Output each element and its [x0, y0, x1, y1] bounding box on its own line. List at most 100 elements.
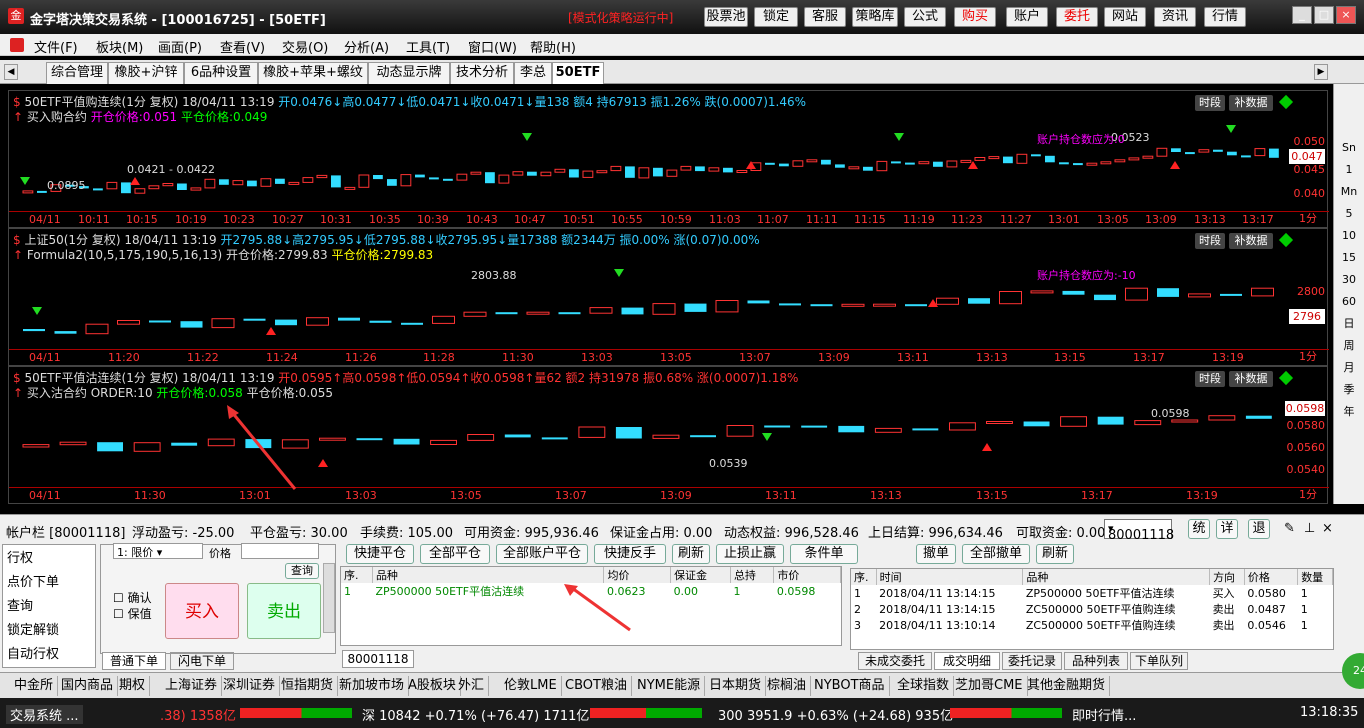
chart-panel-put[interactable]: $ 50ETF平值沽连续(1分 复权) 18/04/11 13:19 开0.05… — [8, 366, 1329, 504]
badge-icon[interactable]: 24 — [1342, 653, 1364, 689]
tab-4[interactable]: 动态显示牌 — [368, 62, 450, 84]
market-9[interactable]: 伦敦LME — [500, 676, 562, 696]
market-13[interactable]: 棕榈油 — [763, 676, 812, 696]
market-8[interactable]: 外汇 — [454, 676, 490, 696]
top-button-6[interactable]: 账户 — [1006, 7, 1048, 27]
tab-7[interactable]: 50ETF — [552, 62, 604, 84]
table-row[interactable]: 2 2018/04/11 13:14:15 ZC500000 50ETF平值购连续 卖… — [851, 601, 1333, 617]
menu-item-6[interactable]: 工具(T) — [406, 37, 450, 56]
tab-scroll-left-icon[interactable]: ◀ — [4, 64, 18, 80]
market-7[interactable]: A股板块 — [404, 676, 461, 696]
top-button-9[interactable]: 资讯 — [1154, 7, 1196, 27]
minimize-button[interactable]: _ — [1292, 6, 1312, 24]
period-年[interactable]: 年 — [1336, 402, 1362, 422]
menu-item-3[interactable]: 查看(V) — [220, 37, 265, 56]
pos-button-5[interactable]: 止损止赢 — [716, 544, 784, 564]
tab-2[interactable]: 6品种设置 — [184, 62, 258, 84]
period-日[interactable]: 日 — [1336, 314, 1362, 334]
timeslot-button[interactable]: 时段 — [1195, 95, 1225, 111]
order-button-0[interactable]: 撤单 — [916, 544, 956, 564]
tree-item-4[interactable]: 自动行权 — [7, 643, 59, 662]
account-select[interactable]: 80001118 ▾ — [1104, 519, 1174, 543]
period-15[interactable]: 15 — [1336, 248, 1362, 268]
period-5[interactable]: 5 — [1336, 204, 1362, 224]
market-14[interactable]: NYBOT商品 — [810, 676, 890, 696]
tab-account[interactable]: 80001118 — [342, 650, 414, 668]
chart-panel-index[interactable]: $ 上证50(1分 复权) 18/04/11 13:19 开2795.88↓高2… — [8, 228, 1329, 366]
period-月[interactable]: 月 — [1336, 358, 1362, 378]
period-季[interactable]: 季 — [1336, 380, 1362, 400]
tab-normal-order[interactable]: 普通下单 — [102, 652, 166, 670]
buy-button[interactable]: 买入 — [165, 583, 239, 639]
menu-item-5[interactable]: 分析(A) — [344, 37, 389, 56]
trade-tab-1[interactable]: 成交明细 — [934, 652, 1000, 670]
market-16[interactable]: 芝加哥CME — [951, 676, 1028, 696]
pin-icon[interactable]: ✎ — [1284, 521, 1295, 536]
timeslot-button[interactable]: 时段 — [1195, 371, 1225, 387]
market-12[interactable]: 日本期货 — [705, 676, 767, 696]
period-60[interactable]: 60 — [1336, 292, 1362, 312]
dock-icon[interactable]: ⊥ — [1304, 521, 1315, 536]
top-button-2[interactable]: 客服 — [804, 7, 846, 27]
market-10[interactable]: CBOT粮油 — [561, 676, 632, 696]
pos-button-0[interactable]: 快捷平仓 — [346, 544, 414, 564]
pos-button-1[interactable]: 全部平仓 — [420, 544, 490, 564]
market-17[interactable]: 其他金融期货 — [1023, 676, 1111, 696]
period-Mn[interactable]: Mn — [1336, 182, 1362, 202]
confirm-checkbox[interactable]: ☐ 确认 — [113, 589, 152, 606]
tab-6[interactable]: 李总 — [514, 62, 552, 84]
form-scrollbar[interactable] — [323, 563, 335, 633]
tab-0[interactable]: 综合管理 — [46, 62, 108, 84]
top-button-3[interactable]: 策略库 — [852, 7, 898, 27]
detail-button[interactable]: 详 — [1216, 519, 1238, 539]
top-button-1[interactable]: 锁定 — [754, 7, 798, 27]
tab-flash-order[interactable]: 闪电下单 — [170, 652, 234, 670]
sell-button[interactable]: 卖出 — [247, 583, 321, 639]
pos-button-3[interactable]: 快捷反手 — [594, 544, 666, 564]
market-0[interactable]: 中金所 — [10, 676, 59, 696]
quote-window[interactable]: 即时行情... — [1072, 705, 1136, 724]
menu-item-7[interactable]: 窗口(W) — [468, 37, 517, 56]
menu-item-4[interactable]: 交易(O) — [282, 37, 328, 56]
pos-button-4[interactable]: 刷新 — [672, 544, 710, 564]
stats-button[interactable]: 统 — [1188, 519, 1210, 539]
menu-item-1[interactable]: 板块(M) — [96, 37, 143, 56]
order-button-2[interactable]: 刷新 — [1036, 544, 1074, 564]
menu-item-0[interactable]: 文件(F) — [34, 37, 78, 56]
tab-3[interactable]: 橡胶+苹果+螺纹 — [258, 62, 368, 84]
top-button-10[interactable]: 行情 — [1204, 7, 1246, 27]
top-button-0[interactable]: 股票池 — [704, 7, 748, 27]
fill-data-button[interactable]: 补数据 — [1229, 371, 1273, 387]
pos-button-6[interactable]: 条件单 — [790, 544, 858, 564]
period-1[interactable]: 1 — [1336, 160, 1362, 180]
tab-1[interactable]: 橡胶+沪锌 — [108, 62, 184, 84]
market-4[interactable]: 深圳证券 — [219, 676, 281, 696]
top-button-7[interactable]: 委托 — [1056, 7, 1098, 27]
top-button-4[interactable]: 公式 — [904, 7, 946, 27]
trade-tab-3[interactable]: 品种列表 — [1064, 652, 1128, 670]
taskbar-app[interactable]: 交易系统 ... — [6, 705, 83, 724]
period-30[interactable]: 30 — [1336, 270, 1362, 290]
tab-5[interactable]: 技术分析 — [450, 62, 514, 84]
tree-item-0[interactable]: 行权 — [7, 547, 33, 566]
trade-tab-2[interactable]: 委托记录 — [1002, 652, 1062, 670]
close-button[interactable]: × — [1336, 6, 1356, 24]
market-2[interactable]: 期权 — [115, 676, 151, 696]
exit-button[interactable]: 退 — [1248, 519, 1270, 539]
top-button-5[interactable]: 购买 — [954, 7, 996, 27]
table-row[interactable]: 3 2018/04/11 13:10:14 ZC500000 50ETF平值购连续 卖… — [851, 617, 1333, 633]
close-panel-icon[interactable]: × — [1322, 521, 1333, 536]
menu-item-8[interactable]: 帮助(H) — [530, 37, 576, 56]
market-3[interactable]: 上海证券 — [161, 676, 223, 696]
pos-button-2[interactable]: 全部账户平仓 — [496, 544, 588, 564]
order-button-1[interactable]: 全部撤单 — [962, 544, 1030, 564]
menu-item-2[interactable]: 画面(P) — [158, 37, 202, 56]
tree-item-1[interactable]: 点价下单 — [7, 571, 59, 590]
market-5[interactable]: 恒指期货 — [277, 676, 339, 696]
tab-scroll-right-icon[interactable]: ▶ — [1314, 64, 1328, 80]
app-menu-icon[interactable] — [10, 38, 24, 52]
chart-panel-call[interactable]: $ 50ETF平值购连续(1分 复权) 18/04/11 13:19 开0.04… — [8, 90, 1329, 228]
period-10[interactable]: 10 — [1336, 226, 1362, 246]
trade-tab-4[interactable]: 下单队列 — [1130, 652, 1188, 670]
market-6[interactable]: 新加坡市场 — [335, 676, 410, 696]
